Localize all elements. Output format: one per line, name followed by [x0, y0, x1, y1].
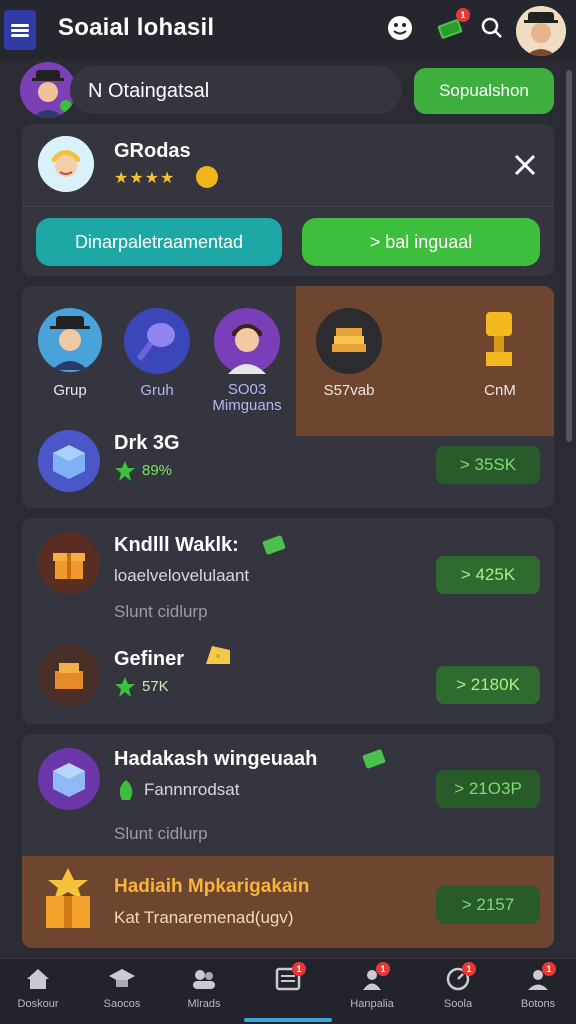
friend-avatar[interactable] [38, 136, 94, 192]
grid-label-2: Gruh [140, 382, 174, 399]
feature-value: 89% [142, 462, 173, 479]
feature-button[interactable]: > 35SK [436, 446, 540, 484]
grid-label-1: Grup [53, 382, 87, 399]
offer-title-2: Hadiaih Mpkarigakain [114, 876, 310, 897]
feature-title: Drk 3G [114, 432, 180, 454]
hamburger-icon [11, 22, 29, 39]
nav-item-news[interactable]: 1 [252, 962, 324, 1020]
leaf-icon [116, 778, 136, 802]
offer-muted-1: Slunt cidlurp [114, 824, 208, 843]
reward-muted-1: Slunt cidlurp [114, 602, 208, 621]
cash-small-icon [262, 534, 288, 556]
star-icon-2 [114, 676, 136, 698]
news-icon: 1 [274, 962, 306, 992]
cash-badge: 1 [456, 8, 470, 22]
nav-item-social[interactable]: 1 Soola [422, 962, 494, 1020]
subscribe-button[interactable]: Sopualshon [414, 68, 554, 114]
account-avatar[interactable] [20, 62, 76, 118]
nav-item-friends[interactable]: Mlrads [168, 966, 240, 1020]
primary-action-button[interactable]: Dinarpaletraamentad [36, 218, 282, 266]
reward-title-1: Kndlll Waklk: [114, 534, 239, 556]
notification-badge: 1 [292, 962, 306, 976]
active-tab-indicator [244, 1018, 332, 1022]
friend-name: GRodas [114, 140, 191, 162]
app-title: Soaial lohasil [58, 14, 215, 41]
nav-item-profile[interactable]: 1 Botons [502, 962, 574, 1020]
offer-sub-2: Kat Tranaremenad(ugv) [114, 908, 294, 927]
magnifier-icon[interactable] [124, 308, 190, 374]
reward-value-2: 57K [142, 678, 169, 695]
grid-label-3: SO03 Mimguans [212, 381, 282, 414]
notification-badge: 1 [542, 962, 556, 976]
grid-label-4: S57vab [323, 382, 375, 399]
nav-item-hanpalia[interactable]: 1 Hanpalia [336, 962, 408, 1020]
gift-box-icon [38, 866, 98, 930]
nav-item-home[interactable]: Doskour [2, 966, 74, 1020]
cash-icon[interactable]: 1 [434, 8, 470, 44]
member-avatar[interactable] [214, 308, 280, 374]
graduation-icon [108, 966, 136, 992]
user-avatar[interactable] [516, 6, 566, 56]
offer-title-1: Hadakash wingeuaah [114, 748, 318, 770]
smiley-icon[interactable] [384, 12, 416, 44]
star-icon [114, 460, 136, 482]
group-avatar[interactable] [38, 308, 102, 372]
gauge-icon: 1 [444, 962, 476, 992]
grid-label-5: CnM [484, 382, 516, 399]
close-icon[interactable] [510, 150, 540, 180]
reward-button-2[interactable]: > 2180K [436, 666, 540, 704]
person-icon: 1 [358, 962, 390, 992]
cheese-icon [204, 644, 232, 666]
offer-button-2[interactable]: > 2157 [436, 886, 540, 924]
home-icon [24, 966, 52, 992]
coin-icon [196, 166, 218, 188]
notification-badge: 1 [376, 962, 390, 976]
scrollbar[interactable] [566, 70, 572, 442]
nav-item-courses[interactable]: Saocos [86, 966, 158, 1020]
books-icon[interactable] [316, 308, 382, 374]
profile-icon: 1 [524, 962, 556, 992]
reward-title-2: Gefiner [114, 648, 185, 670]
people-icon [190, 966, 218, 992]
register-icon [38, 644, 100, 706]
offer-button-1[interactable]: > 21O3P [436, 770, 540, 808]
offer-sub-1: Fannnrodsat [144, 780, 240, 799]
rating-stars: ★★★★ [114, 170, 176, 187]
notification-badge: 1 [462, 962, 476, 976]
secondary-action-button[interactable]: > bal inguaal [302, 218, 540, 266]
search-text: N Otaingatsal [88, 80, 210, 102]
cube-icon [38, 430, 100, 492]
menu-button[interactable] [4, 10, 36, 50]
divider [22, 206, 554, 207]
reward-sub-1: loaelvelovelulaant [114, 566, 250, 585]
search-icon[interactable] [476, 12, 508, 44]
box-icon [38, 748, 100, 810]
cash-small-icon-2 [362, 748, 388, 770]
gift-icon [38, 532, 100, 594]
reward-button-1[interactable]: > 425K [436, 556, 540, 594]
trophy-icon[interactable] [484, 310, 514, 370]
